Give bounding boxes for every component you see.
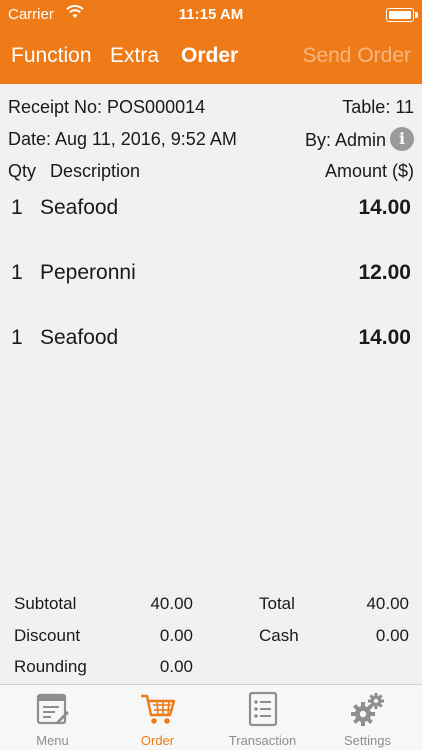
item-amount: 12.00 bbox=[358, 261, 411, 284]
cash-label: Cash bbox=[259, 626, 299, 645]
cart-icon bbox=[140, 694, 175, 724]
item-amount: 14.00 bbox=[358, 326, 411, 349]
nav-bar: Function Extra Order Send Order bbox=[0, 30, 422, 84]
tab-settings-label: Settings bbox=[344, 733, 391, 748]
item-qty: 1 bbox=[11, 196, 23, 219]
receipt-by: By: Admin i bbox=[304, 127, 414, 153]
total-label: Total bbox=[259, 594, 295, 613]
item-amount: 14.00 bbox=[358, 196, 411, 219]
total-value: 40.00 bbox=[366, 594, 409, 613]
column-header-row: Qty Description Amount ($) bbox=[8, 161, 414, 182]
status-bar: Carrier 11:15 AM bbox=[0, 0, 422, 30]
discount-label: Discount bbox=[14, 626, 81, 645]
nav-function-button[interactable]: Function bbox=[11, 44, 92, 68]
col-amount: Amount ($) bbox=[324, 161, 414, 181]
tab-menu[interactable]: Menu bbox=[0, 685, 105, 750]
menu-icon bbox=[36, 693, 69, 725]
tab-menu-label: Menu bbox=[36, 733, 69, 748]
nav-extra-button[interactable]: Extra bbox=[110, 44, 159, 68]
rounding-value: 0.00 bbox=[159, 657, 193, 676]
subtotal-value: 40.00 bbox=[150, 594, 193, 613]
item-description: Peperonni bbox=[40, 261, 136, 284]
tab-transaction-label: Transaction bbox=[228, 733, 297, 748]
tab-transaction[interactable]: Transaction bbox=[210, 685, 315, 750]
cash-value: 0.00 bbox=[375, 626, 409, 645]
status-time: 11:15 AM bbox=[178, 6, 244, 23]
receipt-by-label: By: Admin bbox=[304, 129, 386, 150]
tab-order-label: Order bbox=[140, 733, 175, 748]
battery-icon bbox=[386, 8, 418, 22]
tab-order[interactable]: Order bbox=[105, 685, 210, 750]
receipt-header-row: Receipt No: POS000014 Table: 11 bbox=[8, 97, 414, 118]
discount-value: 0.00 bbox=[159, 626, 193, 645]
send-order-button[interactable]: Send Order bbox=[302, 44, 411, 68]
transaction-icon bbox=[248, 691, 277, 727]
item-description: Seafood bbox=[40, 196, 119, 219]
col-description: Description bbox=[50, 161, 141, 181]
tab-bar: Menu Order Transaction Settings bbox=[0, 684, 422, 750]
table-number: Table: 11 bbox=[342, 97, 414, 117]
item-description: Seafood bbox=[40, 326, 119, 349]
receipt-date: Date: Aug 11, 2016, 9:52 AM bbox=[8, 129, 237, 149]
tab-settings[interactable]: Settings bbox=[315, 685, 420, 750]
rounding-label: Rounding bbox=[14, 657, 87, 676]
subtotal-label: Subtotal bbox=[14, 594, 77, 613]
receipt-number: Receipt No: POS000014 bbox=[8, 97, 206, 117]
gear-icon bbox=[350, 693, 384, 726]
info-icon[interactable]: i bbox=[390, 127, 414, 151]
item-qty: 1 bbox=[11, 261, 23, 284]
nav-order-title[interactable]: Order bbox=[181, 44, 238, 68]
receipt-meta-row: Date: Aug 11, 2016, 9:52 AM By: Admin i bbox=[8, 127, 414, 153]
col-qty: Qty bbox=[8, 161, 37, 181]
item-qty: 1 bbox=[11, 326, 23, 349]
